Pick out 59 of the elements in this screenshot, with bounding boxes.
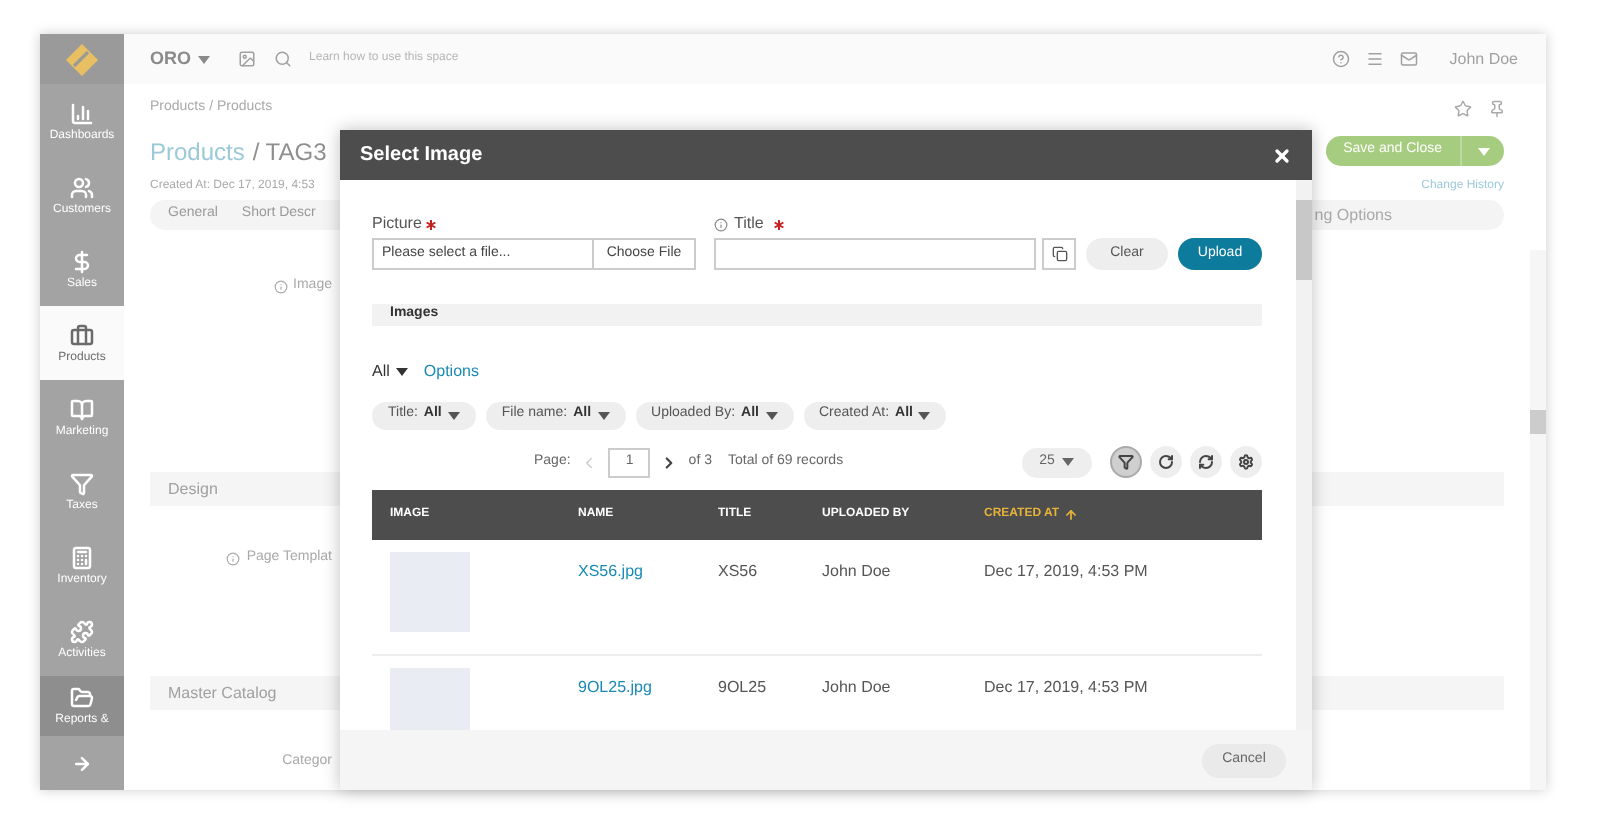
users-icon — [70, 175, 94, 199]
menu-icon[interactable] — [1365, 50, 1384, 68]
title-input[interactable] — [714, 238, 1036, 270]
brand-menu[interactable]: ORO — [150, 45, 210, 73]
image-icon[interactable] — [237, 50, 256, 68]
page-title: / TAG3 — [252, 139, 327, 163]
file-name-link[interactable]: 9OL25.jpg — [578, 677, 652, 695]
copy-icon — [1051, 246, 1067, 262]
close-icon[interactable] — [1272, 145, 1292, 165]
reload-icon — [1158, 454, 1174, 470]
scrollbar[interactable] — [1296, 180, 1312, 730]
caret-icon — [765, 411, 777, 419]
caret-icon — [1477, 147, 1489, 155]
book-icon — [70, 397, 94, 421]
search-icon[interactable] — [273, 50, 292, 68]
table-cell: Dec 17, 2019, 4:53 PM — [984, 561, 1148, 579]
field-label: Picture — [372, 212, 422, 236]
calculator-icon — [70, 545, 94, 569]
funnel-icon — [70, 471, 94, 495]
view-selector[interactable]: All — [372, 359, 408, 383]
caret-icon — [1062, 458, 1075, 466]
sync-icon — [1198, 454, 1214, 470]
reload-button[interactable] — [1150, 446, 1182, 478]
mail-icon[interactable] — [1399, 50, 1418, 68]
sort-arrow-icon — [1063, 507, 1078, 521]
bar-chart-icon — [70, 101, 94, 125]
caret-icon — [197, 55, 210, 63]
table-cell: John Doe — [822, 561, 891, 579]
settings-icon — [1238, 454, 1254, 470]
settings-button[interactable] — [1230, 446, 1262, 478]
copy-button[interactable] — [1042, 238, 1076, 270]
pin-icon[interactable] — [1488, 99, 1506, 117]
puzzle-icon — [70, 619, 94, 643]
table-cell: Dec 17, 2019, 4:53 PM — [984, 677, 1148, 695]
table-cell: John Doe — [822, 677, 891, 695]
funnel-icon — [1118, 454, 1134, 470]
arrow-right-icon[interactable] — [72, 753, 92, 773]
logo-icon[interactable] — [66, 43, 98, 75]
table-cell: 9OL25 — [718, 677, 767, 695]
help-icon[interactable] — [1331, 50, 1350, 68]
options-link[interactable]: Options — [423, 359, 479, 383]
star-icon[interactable] — [1454, 99, 1472, 117]
caret-icon — [597, 411, 610, 419]
caret-icon — [918, 411, 931, 419]
user-name[interactable]: John Doe — [1449, 47, 1518, 71]
caret-icon — [395, 367, 408, 375]
dialog-title: Select Image — [360, 142, 483, 170]
sync-button[interactable] — [1190, 446, 1222, 478]
file-name-link[interactable]: XS56.jpg — [578, 561, 643, 579]
folder-icon — [70, 686, 94, 710]
briefcase-icon — [70, 323, 94, 347]
tab[interactable]: ng Options — [1314, 203, 1392, 227]
table-cell: XS56 — [718, 561, 758, 579]
dollar-icon — [70, 249, 94, 273]
filter-button[interactable] — [1110, 446, 1142, 478]
save-options-button[interactable] — [1460, 136, 1504, 166]
caret-icon — [447, 411, 460, 419]
field-label: Title — [734, 212, 764, 236]
page-scrollbar[interactable] — [1530, 250, 1546, 790]
